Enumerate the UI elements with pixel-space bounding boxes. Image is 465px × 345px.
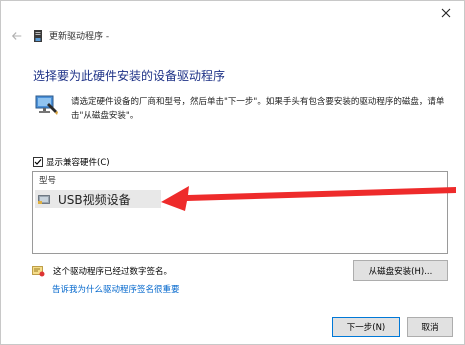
certificate-icon xyxy=(32,265,45,276)
show-compatible-checkbox[interactable] xyxy=(33,157,43,167)
back-button[interactable] xyxy=(9,28,25,44)
show-compatible-hardware[interactable]: 显示兼容硬件(C) xyxy=(33,156,110,168)
cancel-button[interactable]: 取消 xyxy=(407,317,453,337)
back-arrow-icon xyxy=(11,32,22,40)
signature-text: 这个驱动程序已经过数字签名。 xyxy=(53,267,173,277)
signature-status: 这个驱动程序已经过数字签名。 xyxy=(32,265,172,277)
close-button[interactable] xyxy=(434,3,458,23)
update-driver-window: 更新驱动程序 - 选择要为此硬件安装的设备驱动程序 请选定硬件设备的厂商和型号，… xyxy=(0,0,465,345)
signature-info-link[interactable]: 告诉我为什么驱动程序签名很重要 xyxy=(52,283,180,295)
list-item-label: USB视频设备 xyxy=(58,192,131,207)
nav-bar: 更新驱动程序 - xyxy=(1,25,464,47)
have-disk-button[interactable]: 从磁盘安装(H)... xyxy=(353,260,448,281)
driver-package-icon xyxy=(34,30,42,42)
page-heading: 选择要为此硬件安装的设备驱动程序 xyxy=(33,69,226,83)
next-button[interactable]: 下一步(N) xyxy=(332,317,400,337)
red-arrow-annotation xyxy=(161,186,456,211)
list-item[interactable]: USB视频设备 xyxy=(35,190,161,208)
nav-title: 更新驱动程序 - xyxy=(49,32,110,42)
show-compatible-label: 显示兼容硬件(C) xyxy=(46,158,110,168)
device-icon xyxy=(38,194,50,204)
hardware-monitor-icon xyxy=(35,95,58,115)
checkmark-icon xyxy=(34,159,42,165)
instruction-text: 请选定硬件设备的厂商和型号，然后单击"下一步"。如果手头有包含要安装的驱动程序的… xyxy=(71,97,445,121)
model-list-header: 型号 xyxy=(39,176,57,186)
close-icon xyxy=(441,8,451,18)
